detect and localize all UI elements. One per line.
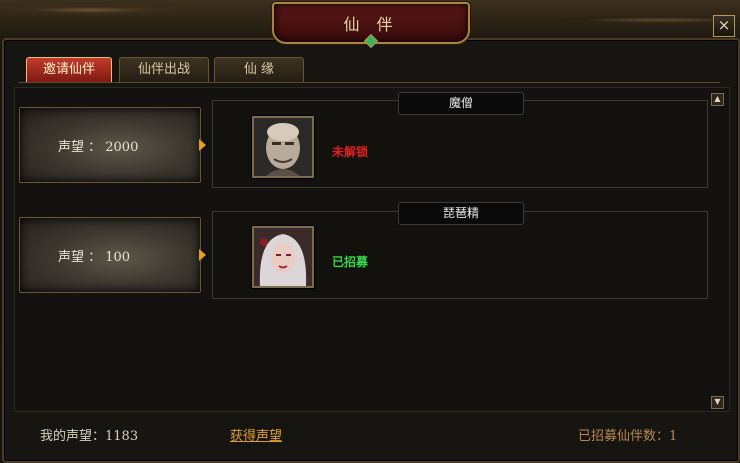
companion-portrait-pipa-spirit[interactable] [252,226,314,288]
reputation-requirement-plate: 声望 ： 2000 [19,107,201,183]
companion-portrait-monk[interactable] [252,116,314,178]
arrow-right-icon [199,139,206,151]
tab-companion-battle[interactable]: 仙伴出战 [119,57,209,82]
window-title: 仙 伴 [343,15,399,34]
reputation-requirement-label: 声望 ： 2000 [58,140,139,155]
close-button[interactable]: × [713,15,735,37]
companion-window: 仙 伴 × 邀请仙伴 仙伴出战 仙 缘 声望 ： 2000 魔僧 未解锁 声望 … [0,0,740,463]
get-reputation-link[interactable]: 获得声望 [230,425,282,444]
companion-status: 未解锁 [332,145,369,159]
arrow-right-icon [199,249,206,261]
reputation-requirement-plate: 声望 ： 100 [19,217,201,293]
my-reputation: 我的声望：1183 [40,429,139,444]
tab-companion-fate[interactable]: 仙 缘 [214,57,304,82]
companion-name: 魔僧 [398,92,524,115]
companion-status: 已招募 [332,255,369,269]
recruited-companion-count: 已招募仙伴数：1 [578,429,678,444]
tab-invite-companion[interactable]: 邀请仙伴 [26,57,112,82]
pipa-spirit-portrait-icon [254,228,312,286]
scroll-up-button[interactable]: ▲ [711,93,724,106]
companion-name: 琵琶精 [398,202,524,225]
tab-divider [18,82,720,83]
scroll-down-button[interactable]: ▼ [711,396,724,409]
reputation-requirement-label: 声望 ： 100 [58,250,131,265]
monk-portrait-icon [254,118,312,176]
title-plaque: 仙 伴 [272,2,470,49]
